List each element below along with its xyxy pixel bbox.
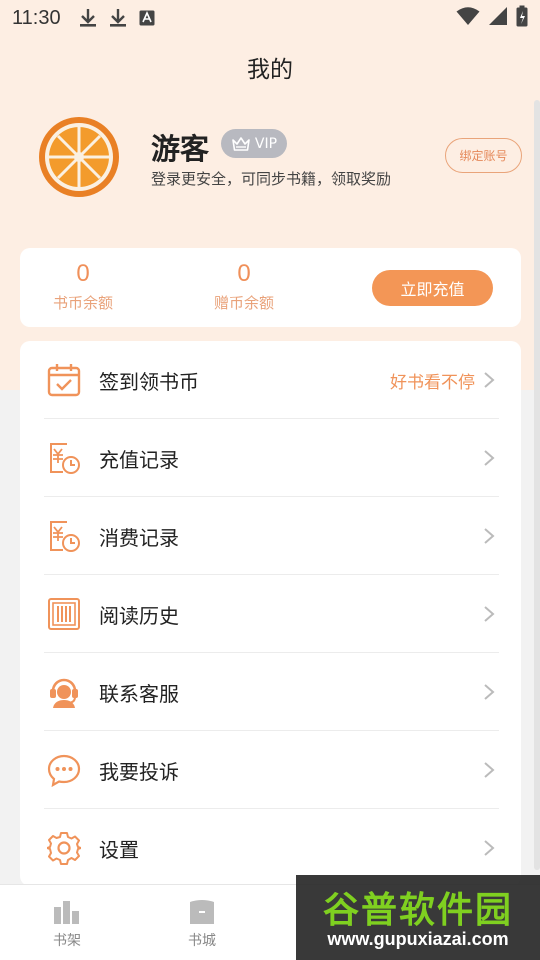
gift-coin-balance[interactable]: 0 赠币余额	[184, 248, 304, 313]
status-bar: 11:30	[0, 0, 540, 36]
bookstore-icon	[190, 900, 214, 924]
chevron-right-icon	[484, 528, 495, 544]
download-icon	[79, 8, 97, 28]
chevron-right-icon	[484, 684, 495, 700]
gift-coin-value: 0	[237, 260, 251, 287]
calendar-check-icon	[46, 362, 82, 398]
chevron-right-icon	[484, 606, 495, 622]
menu-item-customer-service[interactable]: 联系客服	[20, 653, 521, 731]
menu-label: 阅读历史	[99, 603, 179, 628]
checkin-promo-text: 好书看不停	[390, 372, 475, 393]
watermark-url: www.gupuxiazai.com	[327, 929, 509, 949]
crown-icon	[232, 136, 250, 151]
book-coin-balance[interactable]: 0 书币余额	[23, 248, 143, 313]
menu-label: 消费记录	[99, 525, 179, 550]
complaint-chat-icon	[46, 752, 82, 788]
menu-item-recharge-record[interactable]: 充值记录	[20, 419, 521, 497]
download-icon	[109, 8, 127, 28]
menu-label: 签到领书币	[99, 369, 199, 394]
wallet-card: 0 书币余额 0 赠币余额 立即充值	[20, 248, 521, 327]
bind-account-button[interactable]: 绑定账号	[445, 138, 522, 173]
menu-item-complaint[interactable]: 我要投诉	[20, 731, 521, 809]
reading-history-icon	[46, 596, 82, 632]
menu-list: 签到领书币 好书看不停 充值记录 消费记录 阅读历史 联系客服 我要投诉 设置	[20, 341, 521, 886]
recharge-record-icon	[46, 440, 82, 476]
font-app-icon	[139, 10, 155, 26]
menu-item-reading-history[interactable]: 阅读历史	[20, 575, 521, 653]
consume-record-icon	[46, 518, 82, 554]
bookshelf-icon	[54, 901, 79, 924]
orange-slice-icon	[39, 117, 119, 197]
profile-subtitle: 登录更安全，可同步书籍，领取奖励	[151, 170, 392, 188]
watermark-title: 谷普软件园	[322, 890, 513, 931]
gear-icon	[46, 830, 82, 866]
chevron-right-icon	[484, 450, 495, 466]
menu-label: 充值记录	[99, 447, 179, 472]
vip-label: VIP	[254, 135, 278, 152]
nav-item-bookshelf[interactable]: 书架	[12, 885, 122, 960]
gift-coin-label: 赠币余额	[213, 294, 274, 312]
menu-label: 设置	[99, 837, 139, 862]
battery-icon	[516, 5, 528, 31]
menu-item-checkin[interactable]: 签到领书币 好书看不停	[20, 341, 521, 419]
menu-label: 我要投诉	[99, 759, 179, 784]
page-title: 我的	[247, 57, 293, 83]
chevron-right-icon	[484, 840, 495, 856]
book-coin-label: 书币余额	[52, 294, 113, 312]
avatar[interactable]	[38, 116, 120, 198]
menu-item-consume-record[interactable]: 消费记录	[20, 497, 521, 575]
site-watermark: 谷普软件园 www.gupuxiazai.com	[296, 875, 540, 960]
status-time: 11:30	[12, 6, 61, 29]
menu-label: 联系客服	[99, 681, 179, 706]
recharge-button[interactable]: 立即充值	[372, 270, 493, 306]
nav-label: 书城	[188, 933, 216, 949]
cell-signal-icon	[488, 6, 508, 30]
vip-badge: VIP	[221, 129, 287, 158]
nav-label: 书架	[53, 933, 81, 949]
chevron-right-icon	[484, 372, 495, 388]
scrollbar[interactable]	[534, 100, 540, 870]
status-right-group	[456, 5, 528, 31]
customer-service-icon	[46, 674, 82, 710]
book-coin-value: 0	[76, 260, 90, 287]
nav-item-bookstore[interactable]: 书城	[147, 885, 257, 960]
chevron-right-icon	[484, 762, 495, 778]
wifi-icon	[456, 6, 480, 30]
username: 游客	[151, 132, 210, 166]
